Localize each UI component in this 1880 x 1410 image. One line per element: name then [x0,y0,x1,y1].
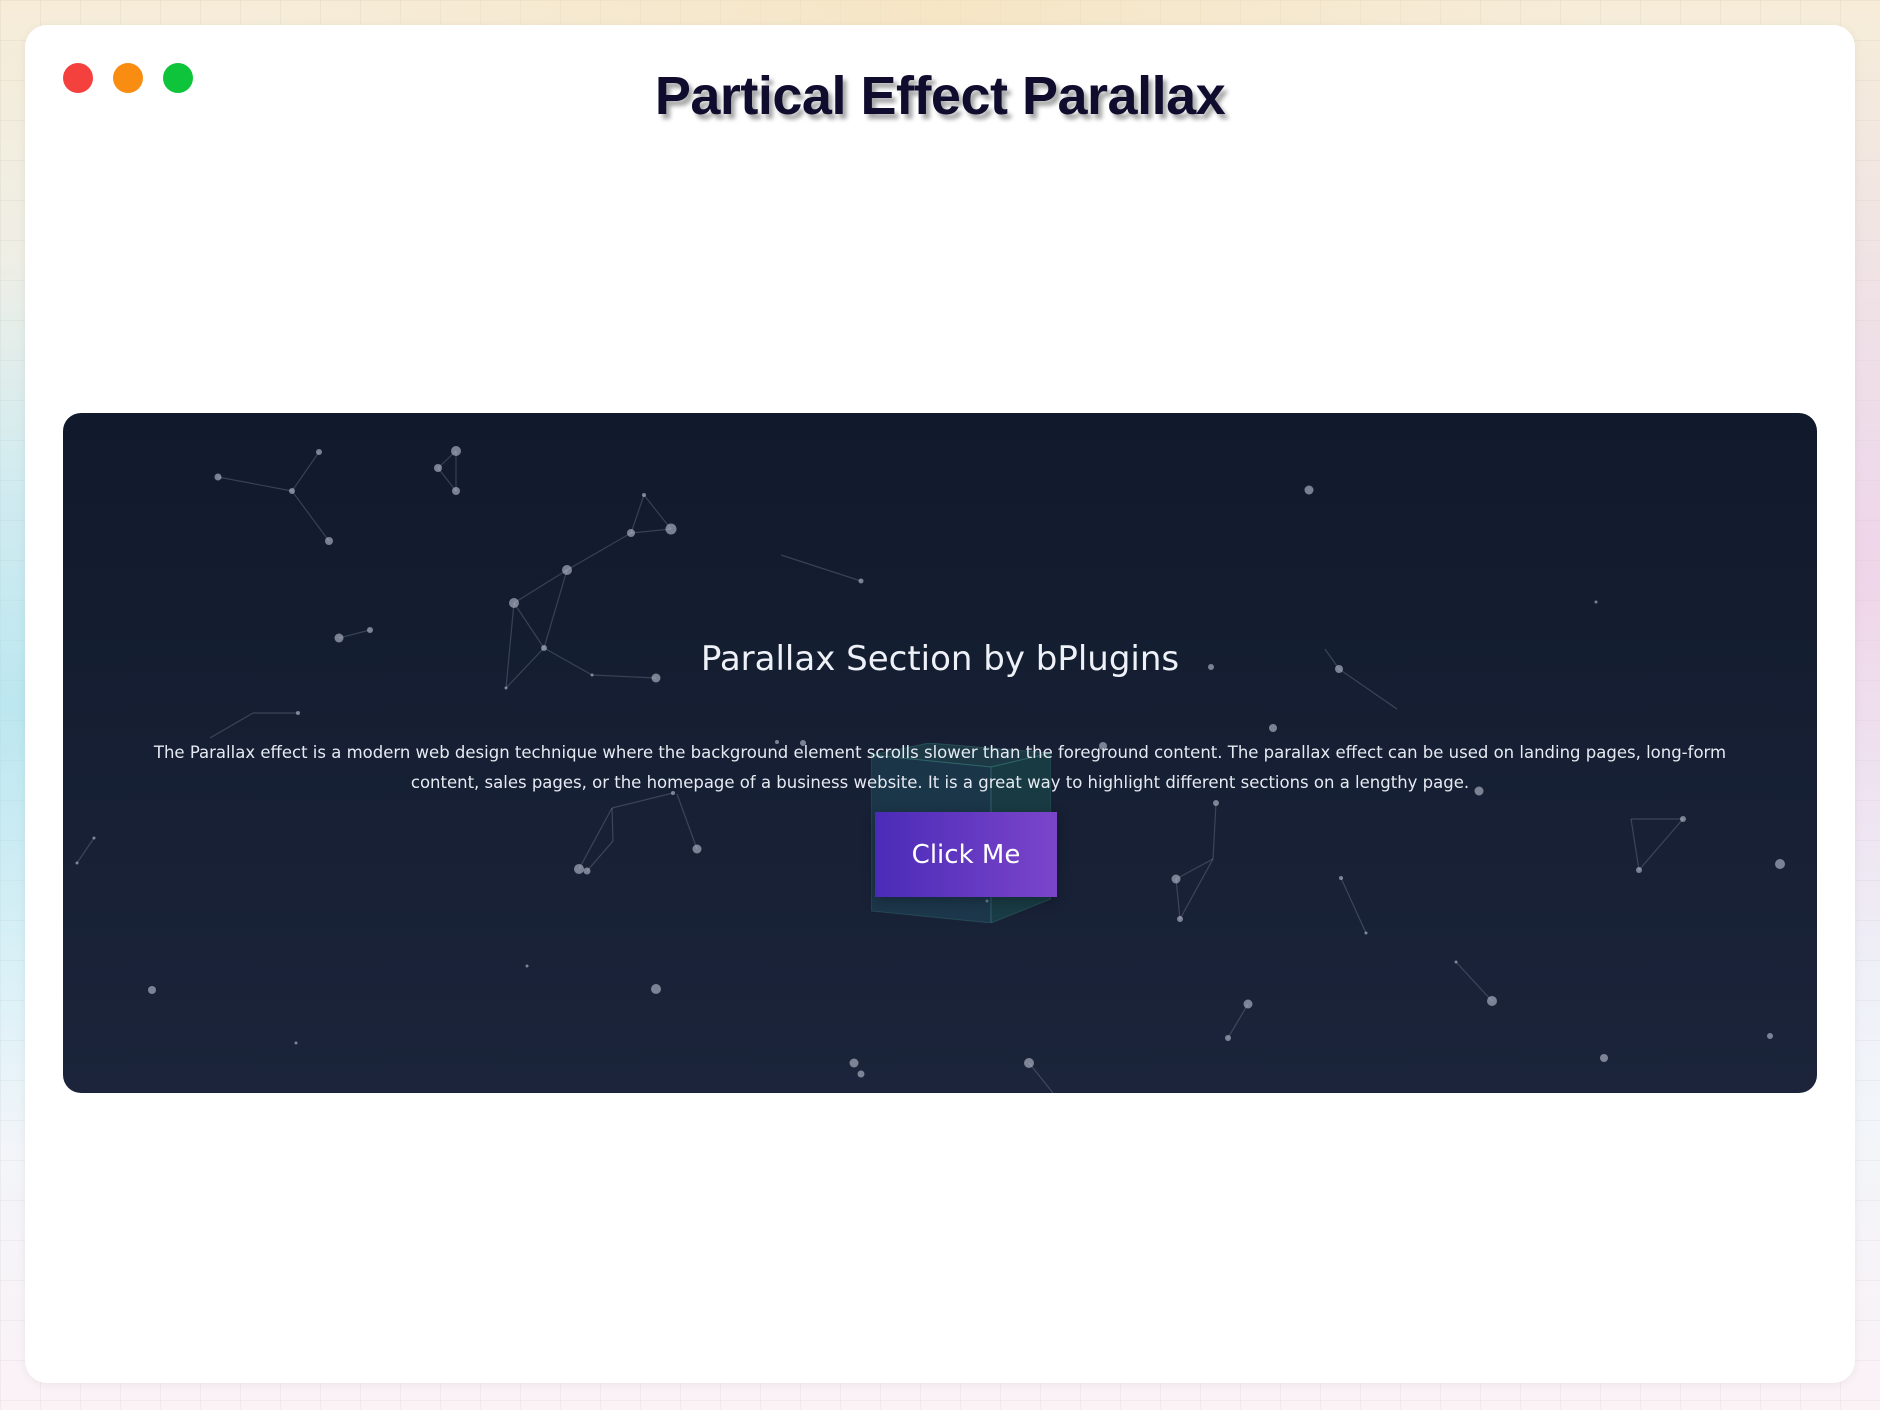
click-me-button[interactable]: Click Me [875,812,1057,897]
parallax-section: Parallax Section by bPlugins The Paralla… [63,413,1817,1093]
section-description: The Parallax effect is a modern web desi… [153,743,1727,792]
browser-window: Partical Effect Parallax Parallax Sectio… [25,25,1855,1383]
parallax-content: Parallax Section by bPlugins The Paralla… [63,413,1817,1093]
page-title: Partical Effect Parallax [654,66,1226,126]
section-heading: Parallax Section by bPlugins [700,639,1180,679]
